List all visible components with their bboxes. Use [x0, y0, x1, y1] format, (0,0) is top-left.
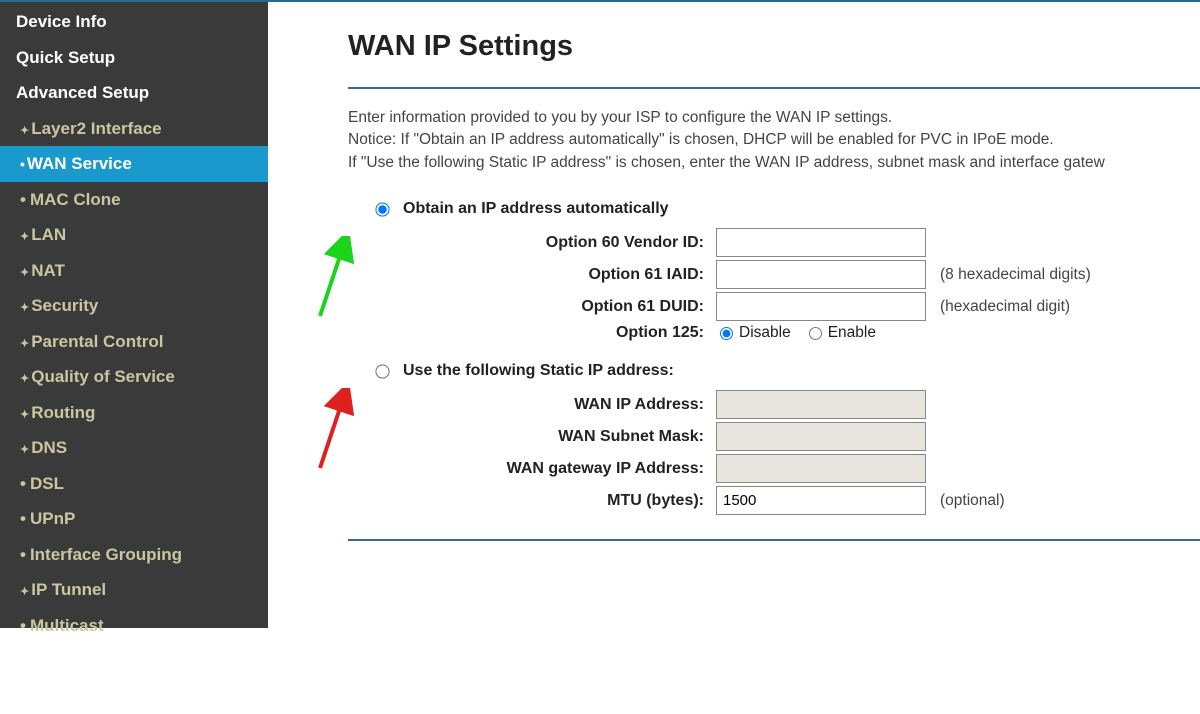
sidebar-item-routing[interactable]: Routing [0, 395, 268, 431]
hint-opt61-iaid: (8 hexadecimal digits) [940, 266, 1091, 284]
sidebar-item-mac-clone[interactable]: MAC Clone [0, 182, 268, 218]
divider-bottom [348, 539, 1200, 541]
intro-line1: Enter information provided to you by you… [348, 107, 1200, 129]
label-use-static: Use the following Static IP address: [403, 362, 674, 380]
label-mtu: MTU (bytes): [366, 492, 716, 510]
input-opt61-duid[interactable] [716, 292, 926, 321]
sidebar-item-wireless[interactable]: Wireless [0, 679, 268, 714]
hint-opt61-duid: (hexadecimal digit) [940, 298, 1070, 316]
input-mtu[interactable] [716, 486, 926, 515]
radio-use-static[interactable] [375, 364, 389, 378]
sidebar-item-parental[interactable]: Parental Control [0, 324, 268, 360]
sidebar-item-device-info[interactable]: Device Info [0, 4, 268, 40]
sidebar-item-iptunnel[interactable]: IP Tunnel [0, 572, 268, 608]
input-opt61-iaid[interactable] [716, 260, 926, 289]
radio-opt125-disable[interactable] [720, 327, 733, 340]
label-opt125: Option 125: [366, 324, 716, 342]
intro-text: Enter information provided to you by you… [348, 107, 1200, 174]
sidebar-item-wan-service[interactable]: WAN Service [0, 146, 268, 182]
sidebar-item-layer2[interactable]: Layer2 Interface [0, 111, 268, 147]
label-opt61-iaid: Option 61 IAID: [366, 266, 716, 284]
sidebar-item-quick-setup[interactable]: Quick Setup [0, 40, 268, 76]
page-title: WAN IP Settings [348, 30, 1200, 63]
divider-top [348, 87, 1200, 89]
radio-opt125-enable[interactable] [809, 327, 822, 340]
sidebar-item-lan[interactable]: LAN [0, 217, 268, 253]
input-wan-gw[interactable] [716, 454, 926, 483]
sidebar-item-advanced-setup[interactable]: Advanced Setup [0, 75, 268, 111]
main-content: WAN IP Settings Enter information provid… [268, 0, 1200, 628]
annotation-arrow-red-icon [310, 388, 354, 478]
sidebar-item-security[interactable]: Security [0, 288, 268, 324]
input-opt60[interactable] [716, 228, 926, 257]
label-opt125-enable: Enable [828, 324, 876, 342]
label-opt60: Option 60 Vendor ID: [366, 234, 716, 252]
label-opt125-disable: Disable [739, 324, 791, 342]
radio-obtain-auto[interactable] [375, 202, 389, 216]
sidebar-item-multicast[interactable]: Multicast [0, 608, 268, 644]
sidebar-item-dns[interactable]: DNS [0, 430, 268, 466]
sidebar-item-dsl[interactable]: DSL [0, 466, 268, 502]
hint-mtu: (optional) [940, 492, 1005, 510]
sidebar-item-upnp[interactable]: UPnP [0, 501, 268, 537]
input-wan-mask[interactable] [716, 422, 926, 451]
sidebar: Device Info Quick Setup Advanced Setup L… [0, 0, 268, 628]
label-obtain-auto: Obtain an IP address automatically [403, 200, 669, 218]
label-wan-mask: WAN Subnet Mask: [366, 428, 716, 446]
label-wan-gw: WAN gateway IP Address: [366, 460, 716, 478]
sidebar-item-qos[interactable]: Quality of Service [0, 359, 268, 395]
intro-line3: If "Use the following Static IP address"… [348, 152, 1200, 174]
sidebar-item-nat[interactable]: NAT [0, 253, 268, 289]
sidebar-item-ifgroup[interactable]: Interface Grouping [0, 537, 268, 573]
label-opt61-duid: Option 61 DUID: [366, 298, 716, 316]
annotation-arrow-green-icon [310, 236, 354, 326]
intro-line2: Notice: If "Obtain an IP address automat… [348, 129, 1200, 151]
label-wan-ip: WAN IP Address: [366, 396, 716, 414]
sidebar-item-iptv[interactable]: IPTV [0, 643, 268, 679]
input-wan-ip[interactable] [716, 390, 926, 419]
